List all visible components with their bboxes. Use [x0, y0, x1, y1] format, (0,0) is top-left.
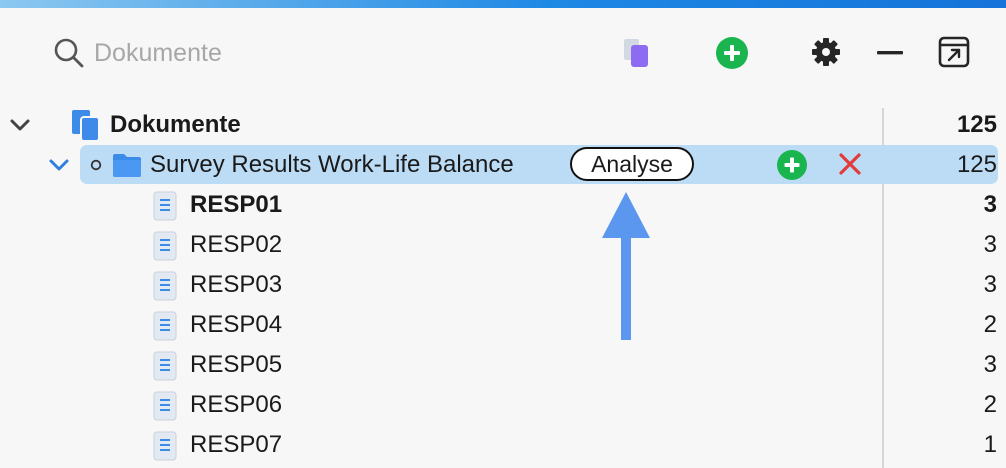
- document-row-resp01[interactable]: RESP01 3: [0, 185, 1006, 225]
- open-window-icon[interactable]: [938, 36, 970, 68]
- document-row-resp05[interactable]: RESP05 3: [0, 345, 1006, 385]
- tree-group-label: Survey Results Work-Life Balance: [150, 151, 514, 178]
- document-count: 3: [983, 271, 997, 298]
- document-count: 1: [983, 431, 997, 458]
- tree-group-row[interactable]: Survey Results Work-Life Balance 125: [0, 145, 1006, 185]
- text-document-icon: [153, 391, 177, 421]
- document-row-resp02[interactable]: RESP02 3: [0, 225, 1006, 265]
- circle-marker-icon: [90, 159, 102, 171]
- window-top-strip: [0, 0, 1006, 8]
- document-label: RESP04: [190, 311, 283, 338]
- add-icon[interactable]: [715, 36, 749, 70]
- document-count: 3: [983, 351, 997, 378]
- chevron-down-icon[interactable]: [49, 158, 69, 172]
- text-document-icon: [153, 231, 177, 261]
- document-row-resp06[interactable]: RESP06 2: [0, 385, 1006, 425]
- document-count: 3: [983, 231, 997, 258]
- document-count: 2: [983, 311, 997, 338]
- text-document-icon: [153, 311, 177, 341]
- tree-root-count: 125: [956, 111, 997, 138]
- annotation-arrow: [602, 192, 650, 340]
- chevron-down-icon[interactable]: [10, 118, 30, 132]
- text-document-icon: [153, 271, 177, 301]
- tree-root-row[interactable]: Dokumente 125: [0, 105, 1006, 145]
- document-row-resp04[interactable]: RESP04 2: [0, 305, 1006, 345]
- document-label: RESP05: [190, 351, 283, 378]
- tree-root-label: Dokumente: [110, 111, 241, 138]
- toolbar: [0, 8, 1006, 98]
- search-icon: [54, 38, 84, 68]
- delete-icon[interactable]: [838, 152, 862, 176]
- document-label: RESP03: [190, 271, 283, 298]
- document-row-resp03[interactable]: RESP03 3: [0, 265, 1006, 305]
- text-document-icon: [153, 351, 177, 381]
- document-set-icon[interactable]: [622, 36, 652, 70]
- tree-group-count: 125: [956, 151, 997, 178]
- search-box[interactable]: [52, 36, 352, 70]
- document-label: RESP07: [190, 431, 283, 458]
- document-label: RESP06: [190, 391, 283, 418]
- add-icon[interactable]: [776, 149, 808, 181]
- document-set-icon: [72, 110, 100, 142]
- gear-icon[interactable]: [810, 36, 842, 68]
- document-label: RESP02: [190, 231, 283, 258]
- minimize-icon[interactable]: [877, 50, 903, 56]
- analyse-badge[interactable]: Analyse: [570, 147, 694, 181]
- search-input[interactable]: [94, 38, 334, 68]
- text-document-icon: [153, 431, 177, 461]
- document-count: 3: [983, 191, 997, 218]
- folder-icon: [113, 154, 141, 177]
- text-document-icon: [153, 191, 177, 221]
- document-count: 2: [983, 391, 997, 418]
- document-row-resp07[interactable]: RESP07 1: [0, 425, 1006, 465]
- document-label: RESP01: [190, 191, 283, 218]
